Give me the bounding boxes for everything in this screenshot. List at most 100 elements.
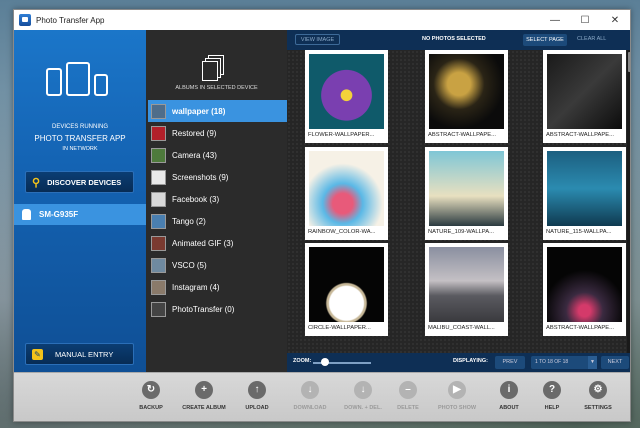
album-item[interactable]: Camera (43): [148, 144, 287, 166]
toolbar-label: SETTINGS: [584, 405, 612, 411]
window-title: Photo Transfer App: [36, 15, 105, 25]
photo-thumbnail: [309, 247, 384, 322]
toolbar-icon: ▶: [448, 381, 466, 399]
scrollbar-thumb[interactable]: [628, 52, 630, 72]
toolbar-icon: –: [399, 381, 417, 399]
album-label: Camera (43): [172, 150, 217, 160]
toolbar-button-down-del[interactable]: ↓ DOWN. + DEL.: [338, 373, 388, 421]
app-icon: [19, 14, 31, 26]
toolbar-button-help[interactable]: ? HELP: [527, 373, 577, 421]
range-select[interactable]: 1 TO 18 OF 18 ▼: [531, 356, 597, 369]
photo-item[interactable]: ABSTRACT-WALLPAPE...: [543, 243, 626, 336]
photo-item[interactable]: NATURE_115-WALLPA...: [543, 147, 626, 240]
view-image-button[interactable]: VIEW IMAGE: [295, 34, 340, 45]
toolbar-icon: ↓: [301, 381, 319, 399]
title-bar: Photo Transfer App — ☐ ✕: [14, 10, 630, 30]
app-window: Photo Transfer App — ☐ ✕ DEVICES RUNNING…: [13, 9, 631, 422]
album-list: wallpaper (18) Restored (9) Camera (43) Scr…: [148, 100, 287, 320]
album-label: PhotoTransfer (0): [172, 304, 235, 314]
toolbar-label: UPLOAD: [245, 405, 269, 411]
photo-item[interactable]: FLOWER-WALLPAPER...: [305, 50, 388, 143]
photo-caption: ABSTRACT-WALLPAPE...: [546, 325, 614, 331]
photo-item[interactable]: ABSTRACT-WALLPAPE...: [425, 50, 508, 143]
photo-item[interactable]: CIRCLE-WALLPAPER...: [305, 243, 388, 336]
album-item[interactable]: Instagram (4): [148, 276, 287, 298]
prev-button[interactable]: PREV: [495, 356, 525, 369]
album-thumbnail: [151, 301, 166, 317]
album-item[interactable]: VSCO (5): [148, 254, 287, 276]
photo-thumbnail: [429, 151, 504, 226]
range-value: 1 TO 18 OF 18: [535, 359, 569, 365]
photo-caption: CIRCLE-WALLPAPER...: [308, 325, 371, 331]
photo-thumbnail: [547, 54, 622, 129]
album-item[interactable]: Animated GIF (3): [148, 232, 287, 254]
album-thumbnail: [151, 191, 166, 207]
discover-label: DISCOVER DEVICES: [47, 177, 122, 187]
photos-footer: ZOOM: DISPLAYING: PREV 1 TO 18 OF 18 ▼ NE…: [287, 353, 630, 372]
photo-item[interactable]: NATURE_109-WALLPA...: [425, 147, 508, 240]
album-item[interactable]: wallpaper (18): [148, 100, 287, 122]
next-button[interactable]: NEXT: [601, 356, 629, 369]
photo-item[interactable]: MALIBU_COAST-WALL...: [425, 243, 508, 336]
toolbar-button-download[interactable]: ↓ DOWNLOAD: [285, 373, 335, 421]
photo-thumbnail: [547, 151, 622, 226]
toolbar-label: CREATE ALBUM: [182, 405, 226, 411]
toolbar-icon: ⚙: [589, 381, 607, 399]
toolbar-button-backup[interactable]: ↻ BACKUP: [126, 373, 176, 421]
clear-all-button[interactable]: CLEAR ALL: [577, 36, 606, 42]
manual-entry-button[interactable]: ✎ MANUAL ENTRY: [25, 343, 134, 365]
album-item[interactable]: Screenshots (9): [148, 166, 287, 188]
devices-pane: DEVICES RUNNING PHOTO TRANSFER APP IN NE…: [14, 30, 146, 372]
edit-icon: ✎: [32, 348, 43, 360]
album-item[interactable]: Restored (9): [148, 122, 287, 144]
select-page-button[interactable]: SELECT PAGE: [523, 34, 567, 46]
manual-label: MANUAL ENTRY: [55, 349, 114, 359]
toolbar-button-delete[interactable]: – DELETE: [383, 373, 433, 421]
photo-caption: ABSTRACT-WALLPAPE...: [546, 132, 614, 138]
toolbar-button-settings[interactable]: ⚙ SETTINGS: [573, 373, 623, 421]
photo-thumbnail: [547, 247, 622, 322]
album-item[interactable]: Tango (2): [148, 210, 287, 232]
toolbar-label: PHOTO SHOW: [437, 405, 477, 411]
maximize-button[interactable]: ☐: [570, 10, 600, 30]
photo-caption: MALIBU_COAST-WALL...: [428, 325, 495, 331]
toolbar-label: DOWN. + DEL.: [344, 405, 382, 411]
album-label: Animated GIF (3): [172, 238, 234, 248]
toolbar-icon: +: [195, 381, 213, 399]
photo-item[interactable]: RAINBOW_COLOR-WA...: [305, 147, 388, 240]
device-name: SM-G935F: [39, 210, 79, 219]
photo-caption: RAINBOW_COLOR-WA...: [308, 229, 376, 235]
photo-caption: ABSTRACT-WALLPAPE...: [428, 132, 496, 138]
discover-devices-button[interactable]: ⚲ DISCOVER DEVICES: [25, 171, 134, 193]
scrollbar[interactable]: [627, 50, 630, 353]
albums-title: ALBUMS IN SELECTED DEVICE: [175, 85, 258, 91]
zoom-label: ZOOM:: [293, 358, 312, 364]
photos-header: VIEW IMAGE NO PHOTOS SELECTED SELECT PAG…: [287, 30, 630, 50]
toolbar-button-upload[interactable]: ↑ UPLOAD: [232, 373, 282, 421]
toolbar-label: BACKUP: [139, 405, 163, 411]
close-button[interactable]: ✕: [600, 10, 630, 30]
selection-status: NO PHOTOS SELECTED: [422, 36, 486, 42]
album-label: Instagram (4): [172, 282, 220, 292]
toolbar-label: DELETE: [397, 405, 419, 411]
toolbar-icon: i: [500, 381, 518, 399]
album-item[interactable]: PhotoTransfer (0): [148, 298, 287, 320]
album-thumbnail: [151, 103, 166, 119]
photo-thumbnail: [429, 54, 504, 129]
photo-thumbnail: [309, 54, 384, 129]
toolbar-icon: ↑: [248, 381, 266, 399]
toolbar-button-photo-show[interactable]: ▶ PHOTO SHOW: [432, 373, 482, 421]
toolbar-button-create-album[interactable]: + CREATE ALBUM: [179, 373, 229, 421]
album-label: Tango (2): [172, 216, 206, 226]
albums-pane: ALBUMS IN SELECTED DEVICE wallpaper (18)…: [146, 30, 287, 372]
device-item[interactable]: SM-G935F: [14, 204, 146, 225]
album-thumbnail: [151, 279, 166, 295]
toolbar-icon: ↓: [354, 381, 372, 399]
zoom-slider-handle[interactable]: [321, 358, 329, 366]
minimize-button[interactable]: —: [540, 10, 570, 30]
photo-item[interactable]: ABSTRACT-WALLPAPE...: [543, 50, 626, 143]
network-label: IN NETWORK: [62, 146, 98, 152]
album-thumbnail: [151, 213, 166, 229]
album-item[interactable]: Facebook (3): [148, 188, 287, 210]
album-label: Screenshots (9): [172, 172, 229, 182]
